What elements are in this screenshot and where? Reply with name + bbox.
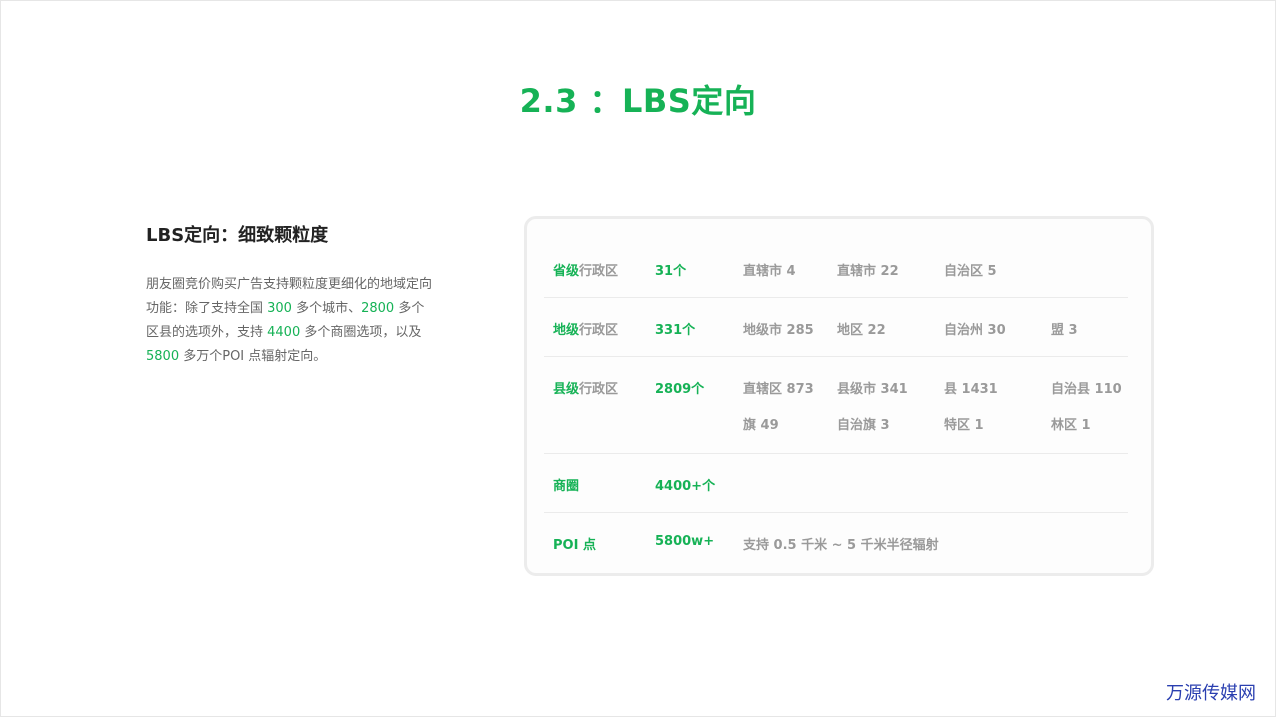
table-row: 省级行政区 31个 直辖市 4 直辖市 22 自治区 5 (544, 238, 1128, 298)
row-label: 县级行政区 (553, 378, 618, 397)
table-row: POI 点 5800w+ 支持 0.5 千米 ~ 5 千米半径辐射 (544, 512, 1128, 571)
row-item: 自治区 5 (944, 264, 997, 279)
row-item: 地区 22 (837, 323, 886, 338)
row-item: 特区 1 (944, 418, 984, 433)
description-text: 多个商圈选项，以及 (300, 325, 422, 340)
row-item: 自治旗 3 (837, 418, 890, 433)
row-item: 自治县 110 (1051, 382, 1122, 397)
row-item: 县 1431 (944, 382, 998, 397)
row-label-main: 商圈 (553, 479, 580, 494)
highlight-number: 300 (267, 301, 292, 316)
row-item: 盟 3 (1051, 323, 1078, 338)
row-count: 31个 (655, 264, 687, 279)
lbs-table-card: 省级行政区 31个 直辖市 4 直辖市 22 自治区 5 地级行政区 331个 地级市 285… (524, 216, 1154, 576)
row-item: 林区 1 (1051, 418, 1091, 433)
row-label-sub: 行政区 (579, 382, 619, 397)
table-row: 商圈 4400+个 (544, 453, 1128, 513)
row-label-main: 地级 (553, 323, 580, 338)
table-row: 地级行政区 331个 地级市 285 地区 22 自治州 30 盟 3 (544, 297, 1128, 357)
row-item: 县级市 341 (837, 382, 908, 397)
row-label: 地级行政区 (553, 319, 618, 338)
highlight-number: 4400 (267, 325, 301, 340)
page-title: 2.3 ：LBS定向 (519, 82, 757, 120)
row-label-main: 县级 (553, 382, 580, 397)
description-text: 多万个POI 点辐射定向。 (179, 349, 327, 364)
row-label-sub: 行政区 (579, 323, 619, 338)
row-label: 省级行政区 (553, 260, 618, 279)
highlight-number: 2800 (361, 301, 395, 316)
row-item: 直辖区 873 (743, 382, 814, 397)
row-item: 支持 0.5 千米 ~ 5 千米半径辐射 (743, 538, 939, 553)
row-item: 直辖市 4 (743, 264, 796, 279)
row-item: 直辖市 22 (837, 264, 899, 279)
row-count: 2809个 (655, 382, 705, 397)
row-item: 旗 49 (743, 418, 779, 433)
row-label: 商圈 (553, 475, 579, 494)
row-item: 地级市 285 (743, 323, 814, 338)
description-text: 多个城市、 (291, 301, 362, 316)
row-item: 自治州 30 (944, 323, 1006, 338)
highlight-number: 5800 (146, 349, 180, 364)
row-label-main: 省级 (553, 264, 580, 279)
row-label-sub: 行政区 (579, 264, 619, 279)
watermark-text: 万源传媒网 (1166, 683, 1256, 704)
section-heading: LBS定向：细致颗粒度 (146, 225, 329, 246)
row-count: 4400+个 (655, 479, 716, 494)
row-label: POI 点 (553, 534, 596, 553)
section-description: 朋友圈竞价购买广告支持颗粒度更细化的地域定向功能：除了支持全国 300 多个城市… (146, 273, 436, 369)
row-label-main: POI 点 (553, 538, 596, 553)
row-count: 5800w+ (655, 534, 715, 549)
row-count: 331个 (655, 323, 696, 338)
table-row: 县级行政区 2809个 直辖区 873 县级市 341 县 1431 自治县 110 旗 4… (544, 356, 1128, 454)
